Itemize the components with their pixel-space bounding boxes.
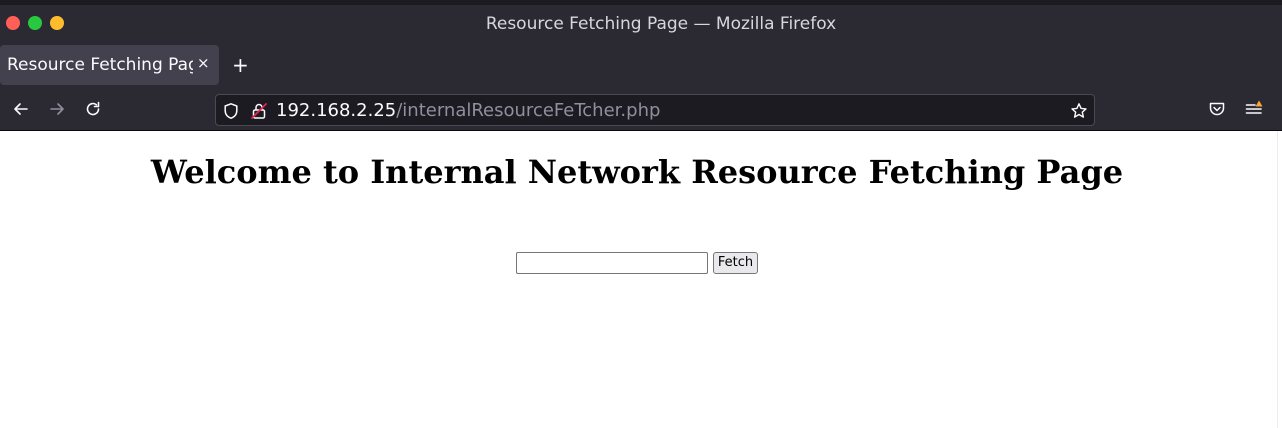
new-tab-button[interactable]: + xyxy=(232,53,249,77)
arrow-left-icon[interactable] xyxy=(11,99,31,119)
scrollbar-track[interactable] xyxy=(1277,131,1282,428)
tab-label: Resource Fetching Page xyxy=(7,55,193,75)
tab-strip: Resource Fetching Page × + xyxy=(0,45,1282,87)
url-path: /internalResourceFeTcher.php xyxy=(396,100,661,121)
url-text[interactable]: 192.168.2.25/internalResourceFeTcher.php xyxy=(276,100,660,121)
shield-icon[interactable] xyxy=(222,102,240,120)
page-content: Welcome to Internal Network Resource Fet… xyxy=(0,131,1282,428)
arrow-right-icon[interactable] xyxy=(47,99,67,119)
url-bar[interactable]: 192.168.2.25/internalResourceFeTcher.php xyxy=(215,94,1095,126)
titlebar-edge xyxy=(0,0,1282,5)
url-host: 192.168.2.25 xyxy=(276,100,397,121)
hamburger-menu-icon[interactable] xyxy=(1244,99,1264,119)
navigation-toolbar: 192.168.2.25/internalResourceFeTcher.php xyxy=(0,87,1282,131)
tab-resource-fetching-page[interactable]: Resource Fetching Page × xyxy=(0,45,219,85)
resource-url-input[interactable] xyxy=(516,252,708,274)
page-heading: Welcome to Internal Network Resource Fet… xyxy=(150,153,1124,191)
pocket-icon[interactable] xyxy=(1207,99,1227,119)
star-icon[interactable] xyxy=(1070,102,1088,120)
window-titlebar: Resource Fetching Page — Mozilla Firefox xyxy=(0,0,1282,45)
reload-icon[interactable] xyxy=(83,99,103,119)
fetch-button[interactable]: Fetch xyxy=(713,252,758,274)
broken-lock-icon[interactable] xyxy=(250,102,268,120)
tab-close-icon[interactable]: × xyxy=(197,54,210,72)
window-title: Resource Fetching Page — Mozilla Firefox xyxy=(485,14,837,34)
